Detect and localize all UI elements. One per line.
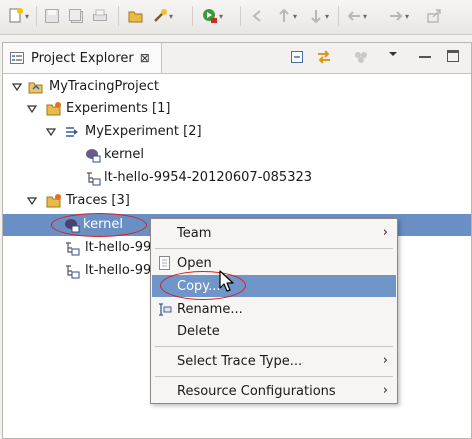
experiment-icon bbox=[64, 124, 80, 140]
tree-label: Traces [3] bbox=[66, 193, 130, 208]
expand-arrow-icon[interactable] bbox=[45, 126, 57, 138]
trace-file-icon bbox=[64, 263, 80, 279]
tracing-project-icon bbox=[28, 79, 44, 95]
rename-icon bbox=[158, 301, 172, 317]
tree-item-exp-kernel[interactable]: kernel bbox=[3, 144, 471, 166]
tree-label: lt-hello-9954-20120607-085323 bbox=[104, 170, 313, 185]
menu-label: Team bbox=[177, 226, 212, 241]
tree-item-project[interactable]: MyTracingProject bbox=[3, 76, 471, 98]
tree-item-exp-trace[interactable]: lt-hello-9954-20120607-085323 bbox=[3, 167, 471, 189]
tools-icon[interactable]: ▾ bbox=[152, 5, 173, 27]
expand-arrow-icon[interactable] bbox=[11, 81, 23, 93]
tree-label: MyTracingProject bbox=[49, 79, 159, 94]
menu-separator bbox=[155, 376, 393, 377]
view-title: Project Explorer bbox=[31, 50, 134, 66]
menu-label: Open bbox=[177, 256, 212, 271]
trace-file-icon bbox=[85, 170, 101, 186]
run-icon[interactable]: ▾ bbox=[202, 5, 223, 27]
minimize-icon[interactable] bbox=[418, 50, 432, 68]
new-icon[interactable]: ▾ bbox=[8, 5, 29, 27]
save-icon[interactable] bbox=[44, 5, 60, 27]
project-explorer-icon bbox=[9, 50, 25, 66]
open-folder-icon[interactable] bbox=[128, 5, 144, 27]
filter-icon[interactable] bbox=[353, 49, 369, 69]
expand-arrow-icon[interactable] bbox=[26, 195, 38, 207]
menu-separator bbox=[155, 248, 393, 249]
trace-file-icon bbox=[64, 240, 80, 256]
tree-item-experiment[interactable]: MyExperiment [2] bbox=[3, 121, 471, 143]
tree-item-experiments[interactable]: Experiments [1] bbox=[3, 98, 471, 120]
menu-label: Copy... bbox=[177, 279, 221, 294]
menu-item-rename[interactable]: Rename... bbox=[152, 298, 396, 320]
back-icon[interactable] bbox=[250, 5, 266, 27]
experiments-folder-icon bbox=[46, 101, 62, 117]
submenu-arrow-icon: › bbox=[382, 225, 388, 240]
tree-item-traces[interactable]: Traces [3] bbox=[3, 190, 471, 212]
open-file-icon bbox=[158, 255, 172, 271]
traces-folder-icon bbox=[46, 193, 62, 209]
nav-back-icon[interactable]: ▾ bbox=[346, 5, 367, 27]
menu-separator bbox=[155, 346, 393, 347]
pin-icon[interactable] bbox=[426, 5, 442, 27]
close-icon[interactable]: ⊠ bbox=[140, 51, 150, 65]
tree-label: lt-hello-99 bbox=[85, 263, 152, 278]
nav-forward-icon[interactable]: ▾ bbox=[388, 5, 409, 27]
tree-label: Experiments [1] bbox=[66, 101, 171, 116]
save-all-icon[interactable] bbox=[68, 5, 84, 27]
project-explorer-tab[interactable]: Project Explorer ⊠ bbox=[3, 43, 162, 73]
kernel-trace-icon bbox=[85, 147, 101, 163]
tree-label: kernel bbox=[83, 217, 124, 232]
forward-icon[interactable]: ▾ bbox=[276, 5, 297, 27]
menu-item-resource-configurations[interactable]: Resource Configurations › bbox=[152, 380, 396, 402]
tree-label: MyExperiment [2] bbox=[85, 124, 202, 139]
tree-label: lt-hello-99 bbox=[85, 240, 152, 255]
submenu-arrow-icon: › bbox=[382, 353, 388, 368]
menu-item-delete[interactable]: Delete bbox=[152, 320, 396, 342]
menu-item-team[interactable]: Team › bbox=[152, 222, 396, 244]
menu-item-open[interactable]: Open bbox=[152, 252, 396, 274]
menu-label: Resource Configurations bbox=[177, 384, 336, 399]
submenu-arrow-icon: › bbox=[382, 383, 388, 398]
menu-item-copy[interactable]: Copy... bbox=[152, 275, 396, 297]
collapse-all-icon[interactable] bbox=[289, 49, 305, 69]
view-header: Project Explorer ⊠ bbox=[3, 43, 471, 74]
main-toolbar: ▾ ▾ ▾ ▾ ▾ ▾ ▾ bbox=[0, 0, 472, 35]
menu-label: Select Trace Type... bbox=[177, 354, 303, 369]
expand-arrow-icon[interactable] bbox=[26, 103, 38, 115]
up-icon[interactable]: ▾ bbox=[308, 5, 329, 27]
context-menu: Team › Open Copy... Rename... Delete Sel… bbox=[150, 218, 398, 404]
menu-item-select-trace-type[interactable]: Select Trace Type... › bbox=[152, 350, 396, 372]
print-icon[interactable] bbox=[92, 5, 108, 27]
menu-label: Delete bbox=[177, 324, 220, 339]
menu-label: Rename... bbox=[177, 302, 243, 317]
kernel-trace-icon bbox=[64, 217, 80, 233]
tree-label: kernel bbox=[104, 147, 145, 162]
maximize-icon[interactable] bbox=[446, 49, 460, 67]
link-with-editor-icon[interactable] bbox=[316, 49, 332, 69]
view-menu-icon[interactable] bbox=[386, 47, 400, 65]
